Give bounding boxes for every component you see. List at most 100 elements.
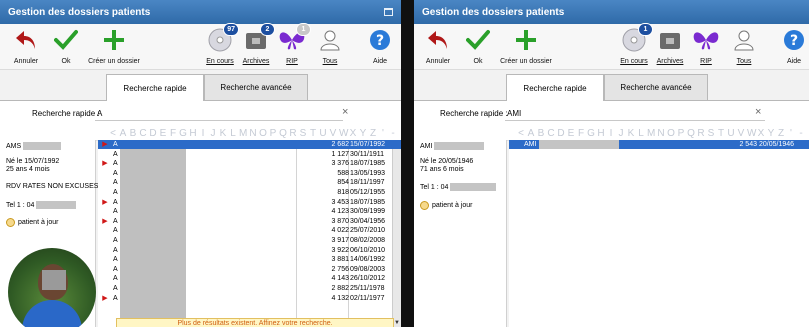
- tous-button[interactable]: Tous: [308, 27, 352, 65]
- alphabet-letter[interactable]: P: [269, 128, 277, 139]
- plus-icon: [511, 27, 541, 53]
- alphabet-letter[interactable]: H: [189, 128, 197, 139]
- aide-button[interactable]: ? Aide: [358, 27, 401, 65]
- scroll-down-icon[interactable]: ▼: [393, 319, 401, 327]
- table-row[interactable]: AMI 2 543 20/05/1946: [509, 140, 809, 149]
- row-birthdate: 05/12/1955: [350, 189, 386, 196]
- alphabet-letter[interactable]: R: [289, 128, 297, 139]
- alphabet-letter[interactable]: E: [159, 128, 167, 139]
- alphabet-letter[interactable]: U: [727, 128, 735, 139]
- clear-search-icon[interactable]: ×: [342, 106, 348, 118]
- alphabet-letter[interactable]: A: [119, 128, 127, 139]
- alphabet-letter[interactable]: V: [329, 128, 337, 139]
- alphabet-letter[interactable]: K: [627, 128, 635, 139]
- table-row[interactable]: A 4 123 30/09/1999: [98, 207, 401, 216]
- alphabet-letter[interactable]: B: [129, 128, 137, 139]
- alphabet-letter[interactable]: S: [299, 128, 307, 139]
- alphabet-letter[interactable]: I: [607, 128, 615, 139]
- alphabet-letter[interactable]: D: [149, 128, 157, 139]
- table-row[interactable]: A 2 882 25/11/1978: [98, 284, 401, 293]
- table-row[interactable]: A 3 917 08/02/2008: [98, 236, 401, 245]
- alphabet-letter[interactable]: N: [657, 128, 665, 139]
- alphabet-letter[interactable]: -: [797, 128, 805, 139]
- ok-button[interactable]: Ok: [456, 27, 500, 65]
- tab-recherche-rapide[interactable]: Recherche rapide: [506, 74, 604, 101]
- alphabet-letter[interactable]: M: [239, 128, 247, 139]
- alphabet-letter[interactable]: Z: [777, 128, 785, 139]
- alphabet-letter[interactable]: J: [209, 128, 217, 139]
- alphabet-letter[interactable]: Q: [279, 128, 287, 139]
- clear-search-icon[interactable]: ×: [755, 106, 761, 118]
- alphabet-letter[interactable]: X: [757, 128, 765, 139]
- alphabet-letter[interactable]: G: [587, 128, 595, 139]
- alphabet-letter[interactable]: A: [527, 128, 535, 139]
- alphabet-letter[interactable]: S: [707, 128, 715, 139]
- alphabet-letter[interactable]: ': [787, 128, 795, 139]
- alphabet-letter[interactable]: E: [567, 128, 575, 139]
- table-row[interactable]: A 588 13/05/1993: [98, 169, 401, 178]
- alphabet-letter[interactable]: U: [319, 128, 327, 139]
- alphabet-letter[interactable]: O: [667, 128, 675, 139]
- alphabet-letter[interactable]: -: [389, 128, 397, 139]
- alphabet-letter[interactable]: P: [677, 128, 685, 139]
- tous-button[interactable]: Tous: [722, 27, 766, 65]
- search-input[interactable]: [95, 106, 343, 121]
- annuler-button[interactable]: Annuler: [416, 27, 460, 65]
- table-row[interactable]: A 2 756 09/08/2003: [98, 265, 401, 274]
- table-row[interactable]: ▶ A 3 870 30/04/1956: [98, 217, 401, 226]
- alphabet-letter[interactable]: W: [747, 128, 756, 139]
- alphabet-letter[interactable]: J: [617, 128, 625, 139]
- alphabet-letter[interactable]: O: [259, 128, 267, 139]
- creer-dossier-button[interactable]: Créer un dossier: [88, 27, 140, 65]
- table-row[interactable]: ▶ A 2 682 15/07/1992: [98, 140, 401, 149]
- ok-button[interactable]: Ok: [44, 27, 88, 65]
- alphabet-letter[interactable]: T: [309, 128, 317, 139]
- alphabet-letter[interactable]: I: [199, 128, 207, 139]
- alphabet-letter[interactable]: Q: [687, 128, 695, 139]
- alphabet-letter[interactable]: Z: [369, 128, 377, 139]
- alphabet-letter[interactable]: C: [139, 128, 147, 139]
- alphabet-letter[interactable]: M: [647, 128, 655, 139]
- table-row[interactable]: ▶ A 3 453 18/07/1985: [98, 198, 401, 207]
- table-row[interactable]: A 3 881 14/06/1992: [98, 255, 401, 264]
- annuler-button[interactable]: Annuler: [4, 27, 48, 65]
- alphabet-letter[interactable]: R: [697, 128, 705, 139]
- table-row[interactable]: A 4 022 25/07/2010: [98, 226, 401, 235]
- alphabet-letter[interactable]: ': [379, 128, 387, 139]
- alphabet-letter[interactable]: K: [219, 128, 227, 139]
- row-file-number: 854: [337, 179, 349, 187]
- alphabet-letter[interactable]: C: [547, 128, 555, 139]
- alphabet-letter[interactable]: G: [179, 128, 187, 139]
- table-row[interactable]: A 3 922 06/10/2010: [98, 246, 401, 255]
- alphabet-letter[interactable]: F: [169, 128, 177, 139]
- minimize-icon[interactable]: [384, 8, 393, 16]
- search-input[interactable]: [505, 106, 765, 121]
- tab-recherche-rapide[interactable]: Recherche rapide: [106, 74, 204, 101]
- alphabet-letter[interactable]: D: [557, 128, 565, 139]
- alphabet-letter[interactable]: Y: [359, 128, 367, 139]
- alphabet-letter[interactable]: Y: [767, 128, 775, 139]
- alphabet-letter[interactable]: N: [249, 128, 257, 139]
- tab-recherche-avancee[interactable]: Recherche avancée: [604, 74, 708, 100]
- alphabet-letter[interactable]: F: [577, 128, 585, 139]
- alphabet-letter[interactable]: H: [597, 128, 605, 139]
- aide-button[interactable]: ? Aide: [772, 27, 809, 65]
- alphabet-letter[interactable]: <: [517, 128, 525, 139]
- table-row[interactable]: ▶ A 3 376 18/07/1985: [98, 159, 401, 168]
- alphabet-letter[interactable]: W: [339, 128, 348, 139]
- alphabet-letter[interactable]: L: [637, 128, 645, 139]
- alphabet-letter[interactable]: V: [737, 128, 745, 139]
- alphabet-letter[interactable]: X: [349, 128, 357, 139]
- creer-dossier-button[interactable]: Créer un dossier: [500, 27, 552, 65]
- table-row[interactable]: A 854 18/11/1997: [98, 178, 401, 187]
- search-bar: Recherche rapide : ×: [414, 100, 809, 126]
- alphabet-letter[interactable]: T: [717, 128, 725, 139]
- alphabet-letter[interactable]: <: [109, 128, 117, 139]
- table-row[interactable]: ▶ A 4 132 02/11/1977: [98, 294, 401, 303]
- alphabet-letter[interactable]: B: [537, 128, 545, 139]
- table-row[interactable]: A 1 127 30/11/1911: [98, 150, 401, 159]
- table-row[interactable]: A 818 05/12/1955: [98, 188, 401, 197]
- table-row[interactable]: A 4 143 26/10/2012: [98, 274, 401, 283]
- tab-recherche-avancee[interactable]: Recherche avancée: [204, 74, 308, 100]
- alphabet-letter[interactable]: L: [229, 128, 237, 139]
